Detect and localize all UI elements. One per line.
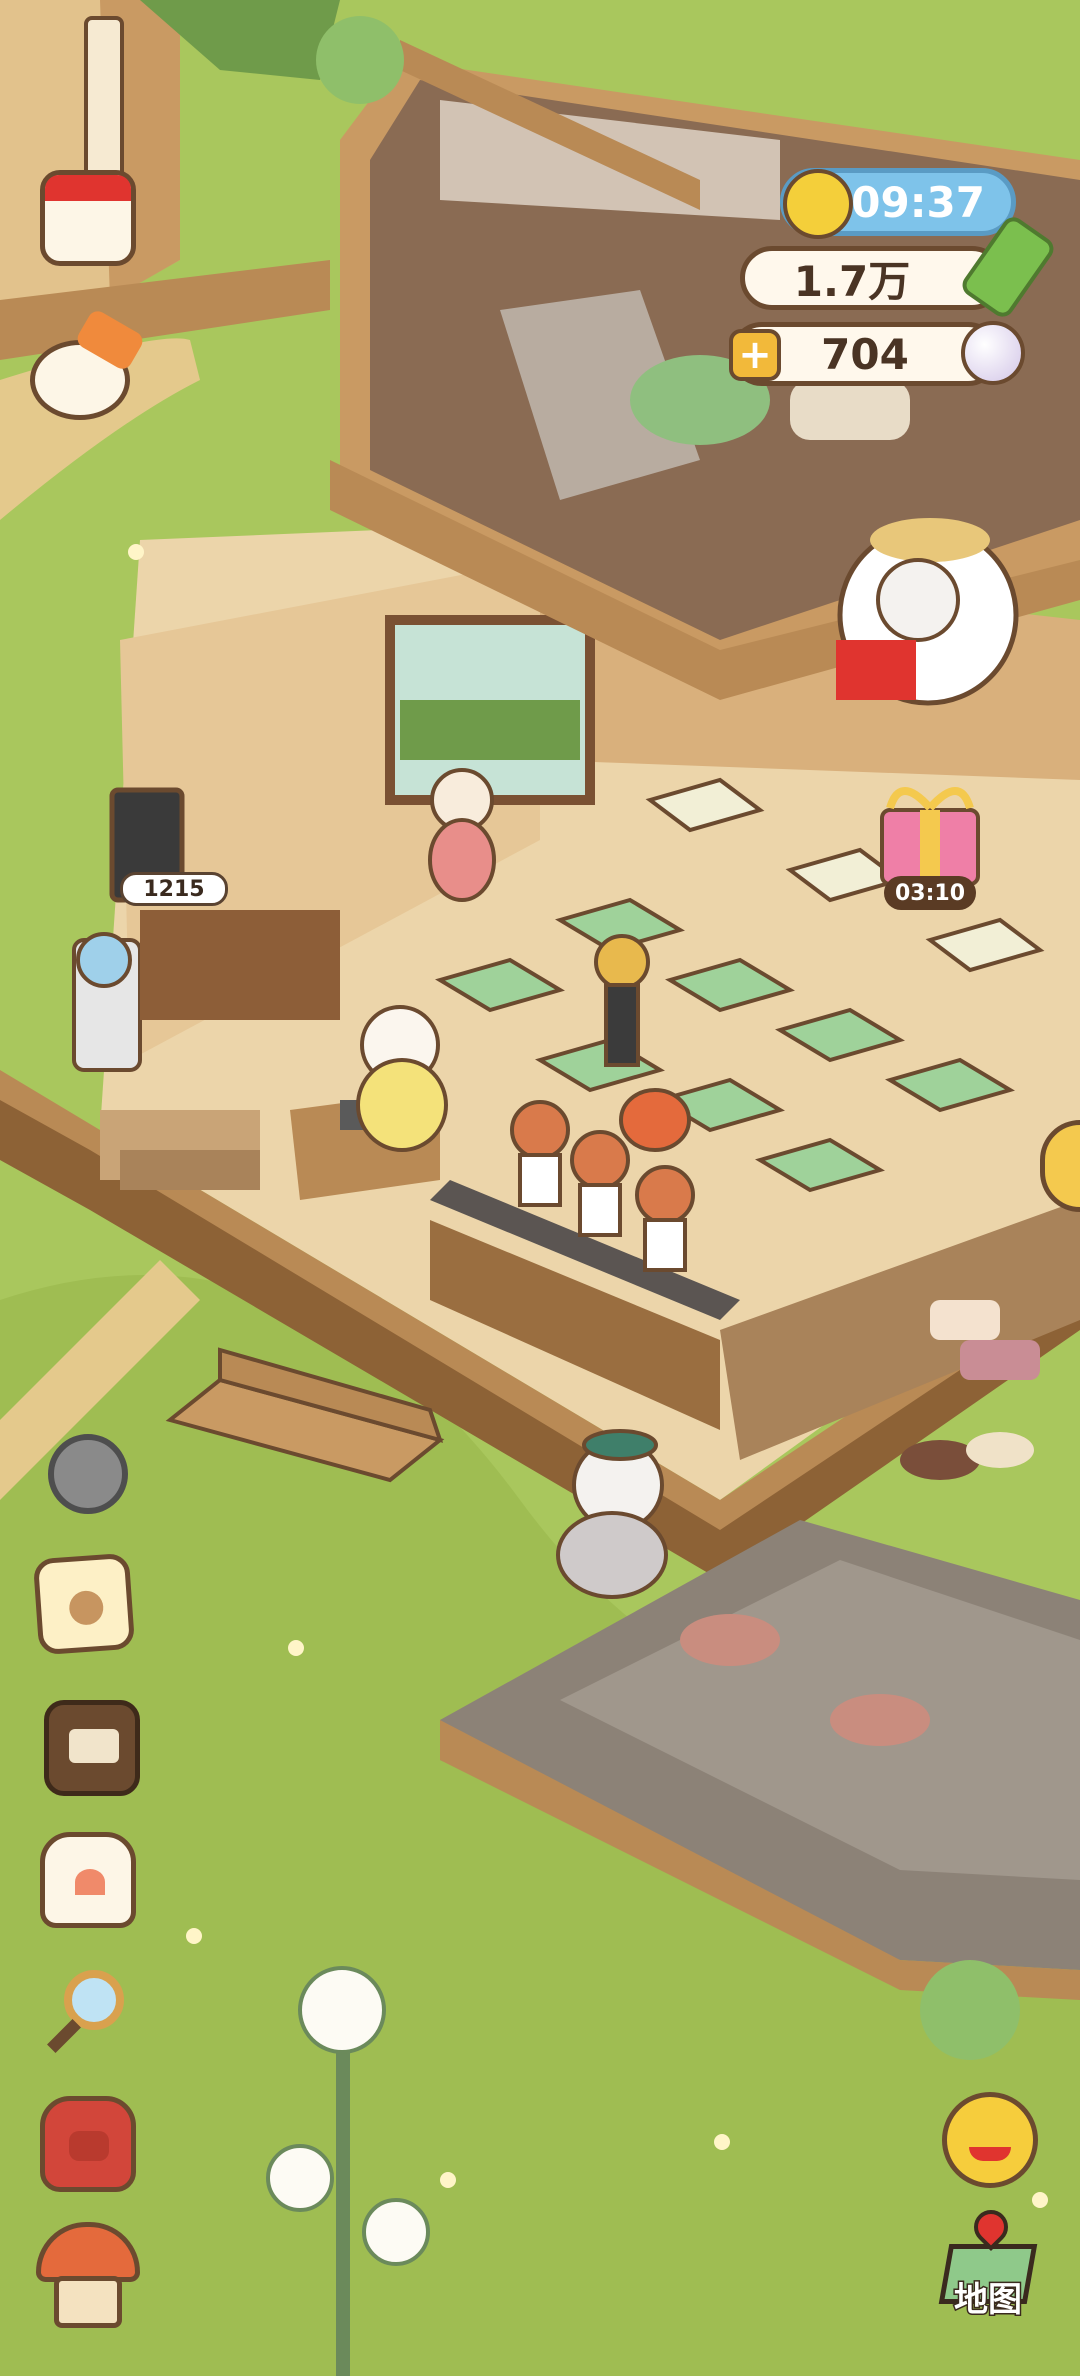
clock-time: 09:37 (851, 177, 985, 227)
mushroom-house-icon (36, 2222, 140, 2282)
mushroom-house-button[interactable] (36, 2222, 140, 2332)
add-pearls-button[interactable]: + (729, 329, 781, 381)
backpack-icon (69, 2131, 109, 2161)
recipe-book-icon (69, 1729, 119, 1763)
emoji-button[interactable] (942, 2092, 1038, 2188)
shirt-icon (75, 1869, 105, 1895)
calendar-icon (45, 175, 131, 201)
gift-timer-value: 03:10 (894, 880, 966, 906)
gift-card-icon (68, 1589, 105, 1626)
gift-card-button[interactable] (32, 1552, 136, 1656)
map-label: 地图 (953, 2279, 1024, 2322)
gift-box-timer[interactable]: 03:10 (884, 876, 976, 910)
outfit-button[interactable] (40, 1832, 136, 1928)
pearls-value: 704 (821, 329, 909, 379)
settings-gear-icon (48, 1434, 128, 1514)
map-button[interactable]: 地图 (934, 2202, 1044, 2326)
recipe-book-button[interactable] (44, 1700, 140, 1796)
pearls-counter[interactable]: + 704 (729, 321, 1025, 386)
coins-counter[interactable]: 1.7万 (740, 212, 1059, 322)
sun-cloud-icon (783, 169, 853, 239)
clock-display: 09:37 (780, 168, 1016, 239)
coins-value: 1.7万 (793, 256, 911, 306)
menu-board-value: 1215 (143, 876, 205, 902)
pearl-icon (961, 321, 1025, 385)
settings-button[interactable] (40, 1426, 136, 1522)
search-button[interactable] (40, 1966, 136, 2062)
backpack-button[interactable] (40, 2096, 136, 2192)
calendar-button[interactable] (40, 170, 136, 266)
decorate-button[interactable] (30, 307, 146, 420)
emoji-face-icon (969, 2147, 1011, 2161)
menu-board-count[interactable]: 1215 (120, 872, 228, 906)
